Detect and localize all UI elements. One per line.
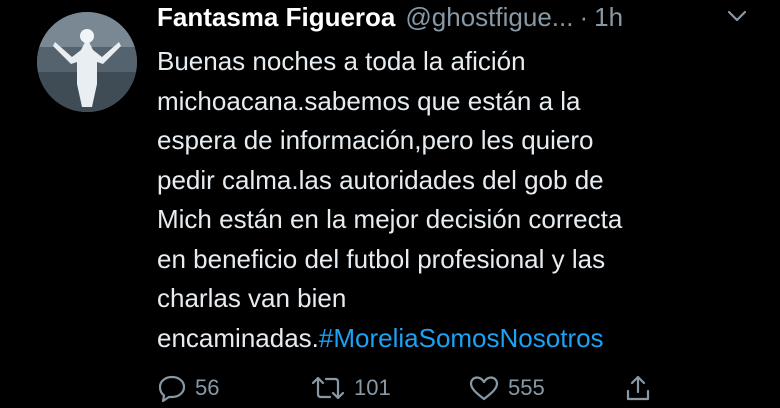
reply-icon — [157, 374, 187, 402]
share-button[interactable] — [623, 368, 653, 408]
reply-count: 56 — [195, 375, 220, 400]
author-name[interactable]: Fantasma Figueroa — [157, 2, 395, 33]
tweet-header: Fantasma Figueroa @ghostfigue... · 1h — [157, 0, 767, 34]
reply-button[interactable]: 56 — [157, 368, 219, 408]
tweet-text-last-line: encaminadas.#MoreliaSomosNosotros — [157, 319, 757, 359]
tweet-text: Buenas noches a toda la afición michoaca… — [157, 42, 757, 358]
retweet-icon — [310, 374, 346, 402]
tweet-text-line: michoacana.sabemos que están a la — [157, 85, 581, 116]
retweet-button[interactable]: 101 — [310, 368, 391, 408]
hashtag-link[interactable]: #MoreliaSomosNosotros — [319, 323, 604, 353]
tweet-text-line: Mich están en la mejor decisión correcta — [157, 204, 623, 234]
tweet-text-line: pedir calma.las autoridades del gob de — [157, 164, 604, 195]
timestamp[interactable]: 1h — [594, 2, 623, 33]
tweet-text-line: espera de información,pero les quiero — [157, 125, 594, 155]
avatar-image — [37, 12, 137, 112]
tweet-text-line: Buenas noches a toda la afición — [157, 46, 526, 76]
author-handle[interactable]: @ghostfigue... — [405, 2, 573, 33]
chevron-down-icon[interactable] — [726, 7, 748, 25]
tweet-text-line: en beneficio del futbol profesional y la… — [157, 243, 606, 274]
tweet-text-line: encaminadas. — [157, 322, 319, 353]
avatar[interactable] — [37, 12, 137, 112]
tweet: Fantasma Figueroa @ghostfigue... · 1h Bu… — [0, 0, 780, 405]
like-count: 555 — [508, 375, 545, 400]
tweet-actions: 56 101 555 — [157, 368, 757, 408]
retweet-count: 101 — [354, 375, 391, 400]
tweet-text-line: charlas van bien — [157, 283, 347, 313]
separator-dot: · — [579, 1, 589, 32]
like-button[interactable]: 555 — [468, 368, 545, 408]
share-icon — [623, 373, 653, 403]
heart-icon — [468, 374, 500, 402]
